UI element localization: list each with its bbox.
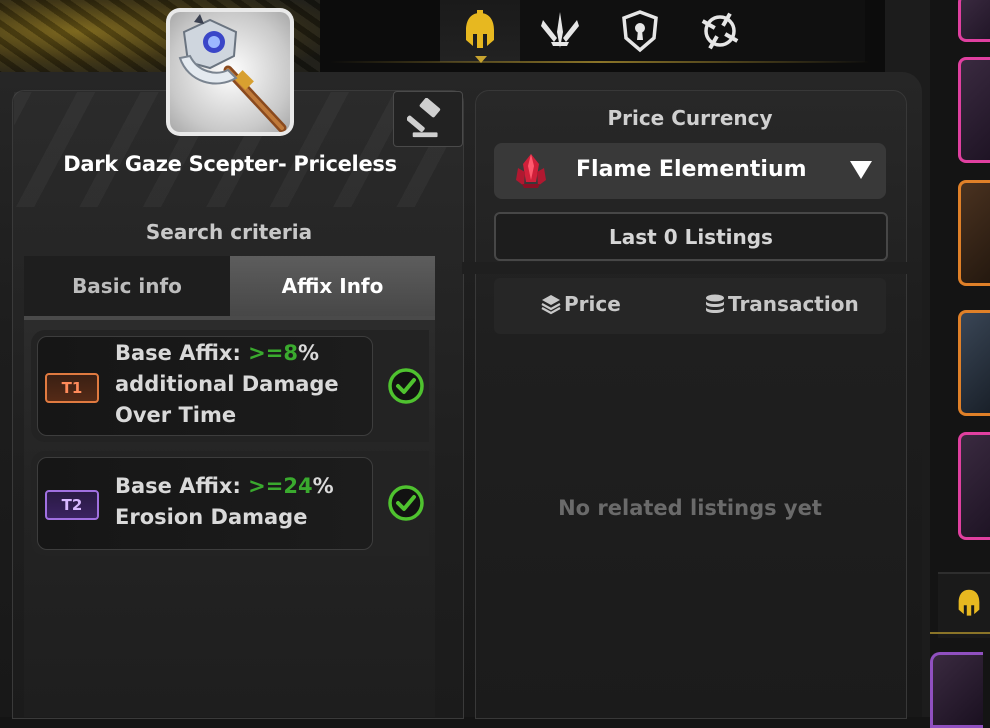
- side-item-thumb[interactable]: [958, 180, 990, 286]
- class-tab-crosshair[interactable]: [680, 0, 760, 62]
- sort-transaction-label: Transaction: [728, 292, 859, 316]
- affix-unit: %: [298, 341, 320, 365]
- affix-row[interactable]: T1 Base Affix: >=8% additional Damage Ov…: [31, 330, 429, 442]
- side-item-thumb[interactable]: [958, 310, 990, 416]
- crossed-blades-icon: [541, 12, 579, 48]
- tier-badge: T2: [45, 490, 99, 520]
- affix-value: 24: [283, 474, 313, 498]
- affix-unit: %: [312, 474, 334, 498]
- last-listings-button[interactable]: Last 0 Listings: [494, 212, 888, 261]
- gavel-icon: [407, 98, 441, 138]
- class-tab-blades[interactable]: [520, 0, 600, 62]
- side-item-thumb[interactable]: [958, 432, 990, 540]
- sort-price-label: Price: [564, 292, 621, 316]
- side-class-tab[interactable]: [938, 572, 990, 638]
- price-currency-label: Price Currency: [607, 106, 773, 130]
- affix-row[interactable]: T2 Base Affix: >=24% Erosion Damage: [31, 451, 429, 556]
- coin-stack-icon: [706, 294, 724, 313]
- tab-affix-info[interactable]: Affix Info: [230, 256, 435, 316]
- shield-icon: [622, 10, 658, 53]
- class-tabs: [440, 0, 865, 62]
- sort-transaction[interactable]: Transaction: [704, 292, 859, 316]
- affix-text-line: Erosion Damage: [115, 505, 308, 529]
- section-divider: [462, 262, 922, 274]
- currency-value: Flame Elementium: [576, 157, 807, 182]
- affix-text-line: Over Time: [115, 403, 237, 427]
- affix-text-line: additional Damage: [115, 372, 339, 396]
- affix-operator: >=: [248, 474, 284, 498]
- affix-value: 8: [283, 341, 298, 365]
- auction-button[interactable]: [393, 91, 463, 147]
- currency-dropdown[interactable]: Flame Elementium: [494, 143, 886, 199]
- sort-bar: Price Transaction: [494, 278, 886, 334]
- affix-prefix: Base Affix:: [115, 341, 249, 365]
- sort-price[interactable]: Price: [540, 292, 621, 316]
- spartan-helmet-icon: [958, 589, 980, 616]
- class-tab-spartan[interactable]: [440, 0, 520, 62]
- layers-icon: [541, 295, 561, 315]
- item-portrait: [166, 8, 294, 136]
- scepter-icon: [178, 14, 287, 132]
- side-tab-divider: [930, 632, 990, 634]
- item-name: Dark Gaze Scepter- Priceless: [63, 152, 397, 176]
- affix-prefix: Base Affix:: [115, 474, 249, 498]
- crosshair-icon: [701, 12, 739, 50]
- dropdown-caret-icon: [850, 161, 872, 179]
- affix-description: Base Affix: >=8% additional Damage Over …: [115, 338, 427, 431]
- tier-badge: T1: [45, 373, 99, 403]
- tab-basic-info[interactable]: Basic info: [24, 256, 230, 316]
- affix-operator: >=: [248, 341, 284, 365]
- side-item-thumb[interactable]: [958, 0, 990, 42]
- checkmark-icon[interactable]: [387, 484, 425, 522]
- affix-description: Base Affix: >=24% Erosion Damage: [115, 471, 427, 533]
- spartan-helmet-icon: [466, 10, 494, 48]
- red-crystal-icon: [516, 154, 546, 188]
- tabs-divider: [330, 61, 870, 63]
- checkmark-icon[interactable]: [387, 367, 425, 405]
- class-tab-shield[interactable]: [600, 0, 680, 62]
- side-item-thumb[interactable]: [958, 57, 990, 163]
- search-criteria-title: Search criteria: [145, 220, 313, 244]
- active-tab-marker: [475, 56, 487, 63]
- empty-listings-message: No related listings yet: [558, 496, 822, 520]
